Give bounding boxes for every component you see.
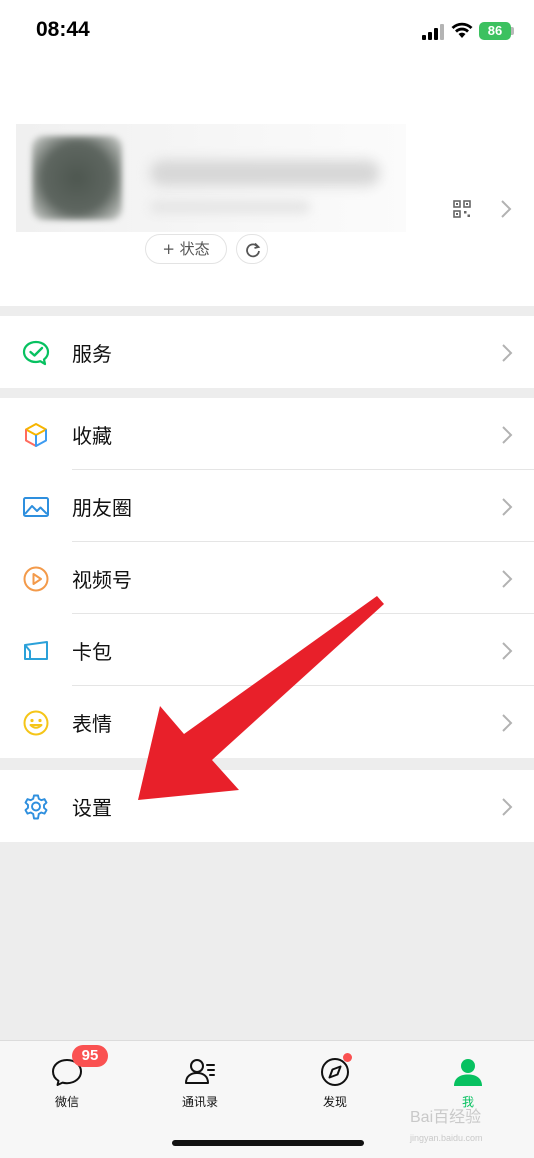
menu-item-stickers[interactable]: 表情 — [0, 686, 534, 758]
chevron-right-icon — [501, 200, 512, 218]
features-group: 收藏 朋友圈 视频号 卡包 表情 — [0, 398, 534, 758]
service-group: 服务 — [0, 316, 534, 388]
refresh-icon — [246, 242, 261, 258]
tab-label: 微信 — [54, 1095, 79, 1109]
tab-contacts[interactable]: 通讯录 — [160, 1055, 240, 1110]
chevron-right-icon — [502, 498, 513, 516]
wifi-icon — [451, 22, 473, 38]
profile-header[interactable]: + 状态 — [0, 64, 534, 306]
chevron-right-icon — [502, 344, 513, 362]
discover-new-dot — [343, 1053, 352, 1062]
card-wallet-icon — [24, 641, 48, 660]
person-icon — [454, 1059, 482, 1086]
gear-icon — [24, 794, 48, 820]
chevron-right-icon — [502, 798, 513, 816]
chevron-right-icon — [502, 426, 513, 444]
menu-item-favorites[interactable]: 收藏 — [0, 398, 534, 470]
menu-item-settings[interactable]: 设置 — [0, 770, 534, 842]
chevron-right-icon — [502, 714, 513, 732]
menu-item-moments[interactable]: 朋友圈 — [0, 470, 534, 542]
tab-discover[interactable]: 发现 — [295, 1055, 375, 1110]
favorites-cube-icon — [25, 423, 47, 447]
channels-play-icon — [23, 566, 49, 592]
contacts-icon — [185, 1059, 215, 1084]
menu-item-label: 朋友圈 — [72, 496, 132, 520]
qr-code-icon[interactable] — [453, 200, 471, 218]
chevron-right-icon — [502, 570, 513, 588]
tab-label: 通讯录 — [181, 1095, 218, 1109]
battery-tip — [511, 27, 514, 35]
menu-item-label: 设置 — [72, 796, 112, 820]
watermark: Bai百经验 jingyan.baidu.com — [410, 1108, 530, 1148]
watermark-text: Bai百经验 — [410, 1109, 482, 1126]
cellular-signal-icon — [422, 24, 444, 40]
menu-item-label: 卡包 — [72, 640, 112, 664]
tab-me[interactable]: 我 — [428, 1055, 508, 1110]
watermark-subtext: jingyan.baidu.com — [410, 1133, 483, 1143]
redacted-wechat-id — [150, 200, 310, 214]
status-refresh-button[interactable] — [236, 234, 268, 264]
menu-item-label: 服务 — [72, 342, 112, 366]
battery-indicator: 86 — [479, 22, 511, 40]
tab-label: 发现 — [322, 1095, 347, 1109]
add-status-button[interactable]: + 状态 — [145, 234, 227, 264]
unread-badge: 95 — [72, 1045, 108, 1067]
settings-group: 设置 — [0, 770, 534, 842]
moments-image-icon — [23, 497, 49, 517]
status-bar: 08:44 86 — [0, 0, 534, 64]
redacted-nickname — [150, 160, 380, 186]
chevron-right-icon — [502, 642, 513, 660]
avatar[interactable] — [32, 136, 122, 220]
menu-item-label: 表情 — [72, 712, 112, 736]
menu-item-channels[interactable]: 视频号 — [0, 542, 534, 614]
menu-item-service[interactable]: 服务 — [0, 316, 534, 388]
menu-item-label: 视频号 — [72, 568, 132, 592]
status-time: 08:44 — [36, 18, 90, 41]
emoji-smile-icon — [23, 710, 49, 736]
home-indicator[interactable] — [172, 1140, 364, 1146]
menu-item-card-wallet[interactable]: 卡包 — [0, 614, 534, 686]
menu-item-label: 收藏 — [72, 424, 112, 448]
service-icon — [22, 340, 50, 366]
